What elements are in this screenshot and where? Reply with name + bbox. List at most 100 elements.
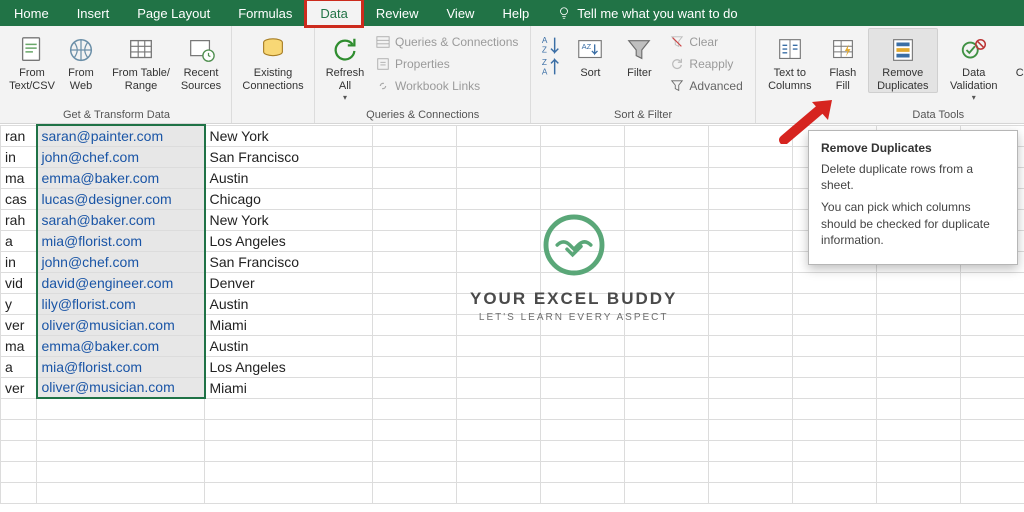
cell[interactable] [373, 419, 457, 440]
cell[interactable] [457, 314, 541, 335]
table-row[interactable]: maemma@baker.comAustin [1, 335, 1024, 356]
cell[interactable] [37, 461, 205, 482]
email-link[interactable]: sarah@baker.com [42, 212, 156, 228]
cell[interactable] [709, 377, 793, 398]
email-link[interactable]: oliver@musician.com [42, 379, 175, 395]
cell[interactable] [709, 146, 793, 167]
cell[interactable]: in [1, 251, 37, 272]
cell[interactable]: cas [1, 188, 37, 209]
cell[interactable] [625, 251, 709, 272]
clear-filter-button[interactable]: Clear [664, 31, 748, 53]
cell[interactable] [709, 125, 793, 146]
cell[interactable] [709, 230, 793, 251]
cell[interactable] [961, 398, 1024, 419]
email-link[interactable]: emma@baker.com [42, 170, 160, 186]
email-link[interactable]: john@chef.com [42, 254, 139, 270]
table-row[interactable] [1, 461, 1024, 482]
table-row[interactable] [1, 482, 1024, 503]
cell[interactable] [877, 335, 961, 356]
email-link[interactable]: saran@painter.com [42, 128, 164, 144]
cell[interactable] [877, 482, 961, 503]
cell[interactable] [877, 440, 961, 461]
cell[interactable] [625, 314, 709, 335]
cell[interactable] [457, 230, 541, 251]
cell[interactable] [961, 314, 1024, 335]
email-link[interactable]: lily@florist.com [42, 296, 136, 312]
cell[interactable] [625, 440, 709, 461]
cell[interactable] [37, 482, 205, 503]
cell[interactable]: emma@baker.com [37, 335, 205, 356]
cell[interactable] [625, 272, 709, 293]
cell[interactable] [541, 335, 625, 356]
tell-me-search[interactable]: Tell me what you want to do [549, 0, 745, 26]
cell[interactable] [625, 482, 709, 503]
cell[interactable]: john@chef.com [37, 146, 205, 167]
cell[interactable]: ma [1, 167, 37, 188]
cell[interactable]: Los Angeles [205, 356, 373, 377]
cell[interactable]: Miami [205, 314, 373, 335]
cell[interactable] [625, 293, 709, 314]
cell[interactable] [1, 398, 37, 419]
from-table-range-button[interactable]: From Table/ Range [106, 28, 176, 93]
cell[interactable] [457, 440, 541, 461]
cell[interactable] [373, 146, 457, 167]
from-web-button[interactable]: From Web [57, 28, 105, 93]
cell[interactable] [625, 419, 709, 440]
cell[interactable]: a [1, 356, 37, 377]
cell[interactable] [541, 461, 625, 482]
cell[interactable] [457, 146, 541, 167]
data-validation-button[interactable]: Data Validation ▾ [939, 28, 1009, 103]
tab-insert[interactable]: Insert [63, 0, 124, 26]
cell[interactable] [373, 314, 457, 335]
table-row[interactable]: ylily@florist.comAustin [1, 293, 1024, 314]
cell[interactable] [793, 356, 877, 377]
cell[interactable] [709, 398, 793, 419]
cell[interactable]: Miami [205, 377, 373, 398]
cell[interactable] [541, 125, 625, 146]
cell[interactable]: oliver@musician.com [37, 314, 205, 335]
cell[interactable] [457, 209, 541, 230]
cell[interactable] [457, 377, 541, 398]
text-to-columns-button[interactable]: Text to Columns [762, 28, 818, 93]
cell[interactable] [457, 398, 541, 419]
cell[interactable] [877, 356, 961, 377]
tab-home[interactable]: Home [0, 0, 63, 26]
cell[interactable] [373, 398, 457, 419]
cell[interactable]: john@chef.com [37, 251, 205, 272]
cell[interactable] [373, 188, 457, 209]
cell[interactable] [457, 125, 541, 146]
email-link[interactable]: oliver@musician.com [42, 317, 175, 333]
cell[interactable] [457, 251, 541, 272]
cell[interactable] [541, 440, 625, 461]
tab-review[interactable]: Review [362, 0, 433, 26]
cell[interactable] [625, 125, 709, 146]
cell[interactable] [1, 482, 37, 503]
cell[interactable] [793, 440, 877, 461]
cell[interactable] [625, 398, 709, 419]
cell[interactable] [373, 209, 457, 230]
cell[interactable] [793, 377, 877, 398]
cell[interactable] [541, 314, 625, 335]
recent-sources-button[interactable]: Recent Sources [177, 28, 225, 93]
cell[interactable]: ver [1, 314, 37, 335]
cell[interactable] [205, 461, 373, 482]
cell[interactable]: emma@baker.com [37, 167, 205, 188]
cell[interactable] [1, 461, 37, 482]
cell[interactable]: Los Angeles [205, 230, 373, 251]
cell[interactable] [541, 293, 625, 314]
cell[interactable] [373, 335, 457, 356]
cell[interactable] [625, 230, 709, 251]
cell[interactable] [709, 293, 793, 314]
tab-formulas[interactable]: Formulas [224, 0, 306, 26]
cell[interactable] [1, 440, 37, 461]
cell[interactable] [709, 314, 793, 335]
cell[interactable] [541, 167, 625, 188]
cell[interactable] [373, 377, 457, 398]
cell[interactable] [457, 419, 541, 440]
existing-connections-button[interactable]: Existing Connections [238, 28, 308, 93]
email-link[interactable]: emma@baker.com [42, 338, 160, 354]
cell[interactable]: mia@florist.com [37, 356, 205, 377]
cell[interactable]: San Francisco [205, 146, 373, 167]
cell[interactable] [205, 398, 373, 419]
table-row[interactable] [1, 440, 1024, 461]
